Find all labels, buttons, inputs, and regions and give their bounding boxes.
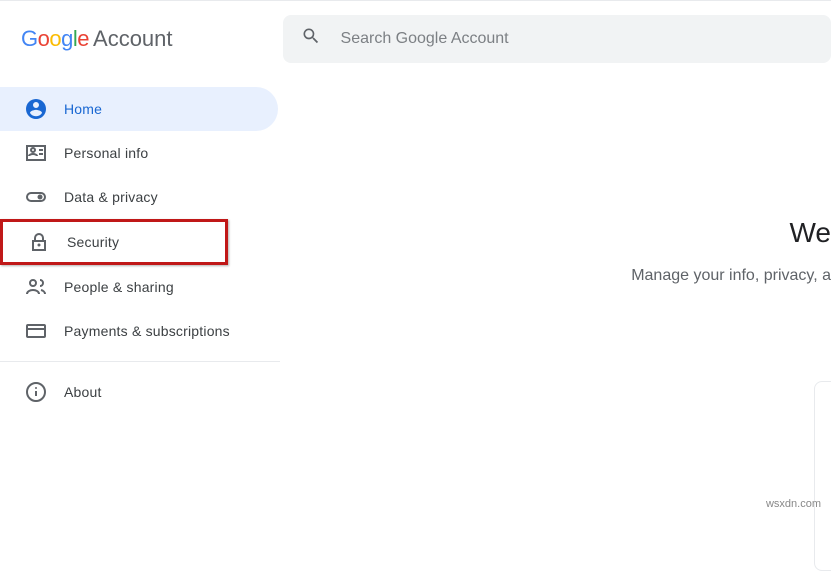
header: Google Account	[0, 0, 831, 66]
credit-card-icon	[24, 319, 48, 343]
sidebar-item-people-sharing[interactable]: People & sharing	[0, 265, 278, 309]
sidebar: Home Personal info Data & privacy Securi…	[0, 71, 280, 414]
main: Home Personal info Data & privacy Securi…	[0, 71, 831, 414]
sidebar-item-label: Payments & subscriptions	[64, 323, 230, 339]
subheading-partial: Manage your info, privacy, a	[631, 267, 831, 285]
sidebar-item-label: Personal info	[64, 145, 148, 161]
info-icon	[24, 380, 48, 404]
id-card-icon	[24, 141, 48, 165]
people-icon	[24, 275, 48, 299]
sidebar-item-data-privacy[interactable]: Data & privacy	[0, 175, 278, 219]
content-area: We Manage your info, privacy, a Privacy …	[280, 71, 831, 414]
welcome-heading-partial: We	[790, 217, 831, 249]
search-input[interactable]	[341, 30, 813, 48]
sidebar-item-security[interactable]: Security	[0, 219, 228, 265]
sidebar-item-personal-info[interactable]: Personal info	[0, 131, 278, 175]
watermark: wsxdn.com	[766, 498, 821, 510]
lock-icon	[27, 230, 51, 254]
sidebar-item-label: About	[64, 384, 102, 400]
sidebar-item-payments[interactable]: Payments & subscriptions	[0, 309, 278, 353]
sidebar-item-home[interactable]: Home	[0, 87, 278, 131]
divider	[0, 361, 280, 362]
sidebar-item-label: Security	[67, 234, 119, 250]
privacy-personalization-card[interactable]: Privacy & personalization See the data i…	[814, 381, 831, 571]
google-logo-text: Google	[21, 26, 89, 52]
sidebar-item-about[interactable]: About	[0, 370, 278, 414]
google-account-logo[interactable]: Google Account	[21, 26, 173, 52]
toggle-icon	[24, 185, 48, 209]
sidebar-item-label: Home	[64, 101, 102, 117]
sidebar-item-label: Data & privacy	[64, 189, 158, 205]
account-label: Account	[93, 26, 173, 52]
search-bar[interactable]	[283, 15, 831, 63]
search-icon	[301, 26, 321, 51]
user-circle-icon	[24, 97, 48, 121]
sidebar-item-label: People & sharing	[64, 279, 174, 295]
